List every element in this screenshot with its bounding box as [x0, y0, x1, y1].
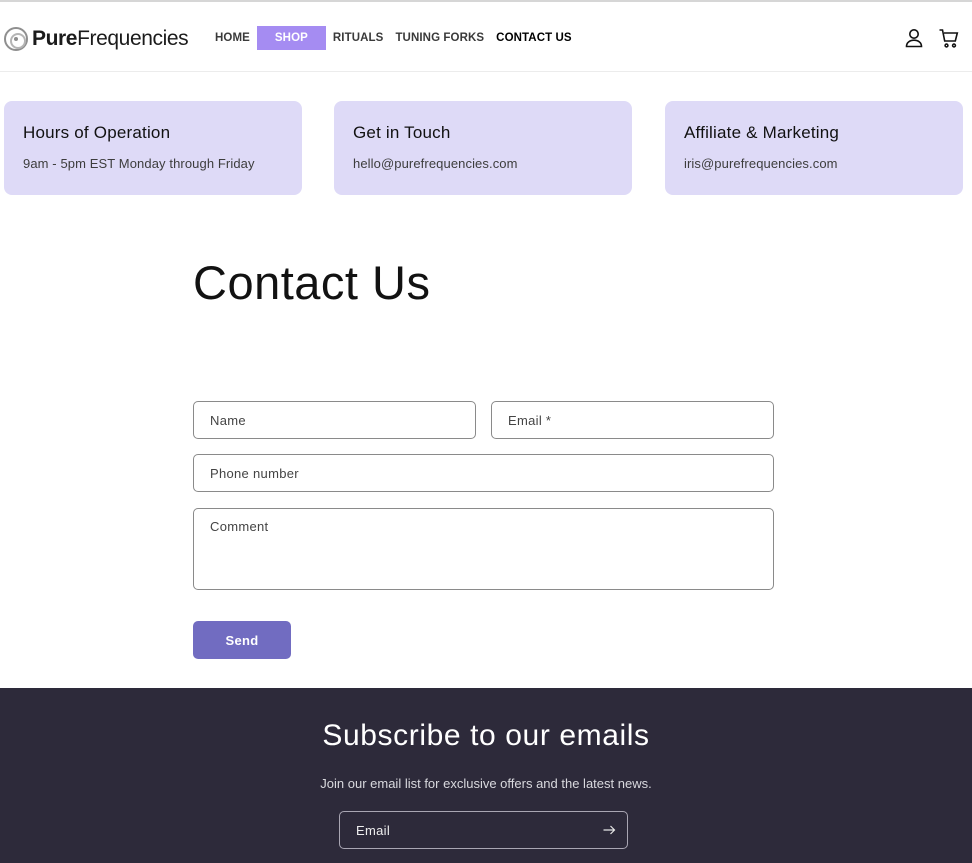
card-text: iris@purefrequencies.com [684, 156, 838, 171]
card-title: Affiliate & Marketing [684, 123, 840, 142]
site-header: PureFrequencies HOME SHOP RITUALS TUNING… [0, 0, 972, 72]
newsletter-email-input[interactable] [340, 812, 590, 848]
main-nav: HOME SHOP RITUALS TUNING FORKS CONTACT U… [209, 26, 578, 50]
email-field[interactable] [491, 401, 774, 439]
info-card-contact: Get in Touch hello@purefrequencies.com [334, 101, 632, 195]
arrow-right-icon[interactable] [602, 823, 616, 837]
newsletter-text: Join our email list for exclusive offers… [320, 776, 652, 791]
logo[interactable]: PureFrequencies [4, 26, 189, 52]
card-text: hello@purefrequencies.com [353, 156, 518, 171]
phone-field[interactable] [193, 454, 774, 492]
newsletter-title: Subscribe to our emails [322, 719, 650, 752]
info-card-affiliate: Affiliate & Marketing iris@purefrequenci… [665, 101, 963, 195]
newsletter-section: Subscribe to our emails Join our email l… [0, 688, 972, 863]
card-text: 9am - 5pm EST Monday through Friday [23, 156, 255, 171]
logo-icon [4, 27, 28, 51]
logo-text: PureFrequencies [32, 27, 189, 50]
nav-rituals[interactable]: RITUALS [327, 26, 390, 50]
user-icon[interactable] [903, 27, 925, 49]
name-field[interactable] [193, 401, 476, 439]
cart-icon[interactable] [938, 27, 960, 49]
page-title: Contact Us [193, 256, 431, 309]
send-button[interactable]: Send [193, 621, 291, 659]
card-title: Get in Touch [353, 123, 451, 142]
nav-contact-us[interactable]: CONTACT US [490, 26, 578, 50]
newsletter-email-field [339, 811, 628, 849]
nav-tuning-forks[interactable]: TUNING FORKS [389, 26, 490, 50]
comment-field[interactable] [193, 508, 774, 590]
nav-shop[interactable]: SHOP [256, 26, 326, 50]
nav-home[interactable]: HOME [209, 26, 256, 50]
card-title: Hours of Operation [23, 123, 171, 142]
info-card-hours: Hours of Operation 9am - 5pm EST Monday … [4, 101, 302, 195]
